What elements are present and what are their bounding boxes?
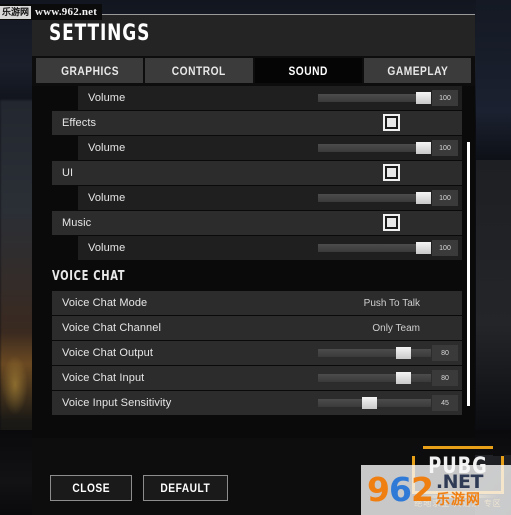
watermark-962-cn: 乐游网 <box>435 491 481 507</box>
settings-row-voice-chat-input[interactable]: Voice Chat Input 80 <box>32 366 475 390</box>
tab-label: GAMEPLAY <box>386 63 448 78</box>
slider-track <box>318 374 431 382</box>
watermark-962-number: 962 <box>367 470 434 509</box>
watermark-962-text-column: .NET 乐游网 <box>435 471 484 507</box>
section-header-text: VOICE CHAT <box>52 268 126 284</box>
row-label: Voice Chat Input <box>62 372 145 384</box>
row-background <box>52 161 462 185</box>
slider-track <box>318 94 431 102</box>
slider-voice-input-sensitivity[interactable] <box>318 397 431 409</box>
row-label: Volume <box>88 192 126 204</box>
checkbox-ui[interactable] <box>383 164 400 181</box>
button-label: CLOSE <box>72 480 110 495</box>
slider-volume[interactable] <box>318 192 431 204</box>
row-label: Voice Chat Output <box>62 347 153 359</box>
settings-row-ui[interactable]: UI <box>32 161 475 185</box>
tab-label: CONTROL <box>171 63 226 78</box>
settings-rows: Volume 100 Effects Volume 100 UI Volume 100 Musi… <box>32 86 475 415</box>
checkmark-icon <box>387 118 396 127</box>
option-value-voice-chat-mode[interactable]: Push To Talk <box>364 291 420 315</box>
tab-sound[interactable]: SOUND <box>254 58 362 83</box>
row-label: Effects <box>62 117 97 129</box>
slider-voice-chat-output[interactable] <box>318 347 431 359</box>
tab-control[interactable]: CONTROL <box>145 58 253 83</box>
option-value-voice-chat-channel[interactable]: Only Team <box>372 316 420 340</box>
slider-voice-chat-input[interactable] <box>318 372 431 384</box>
row-label: Voice Chat Channel <box>62 322 162 334</box>
slider-value: 45 <box>432 395 458 411</box>
slider-track <box>318 144 431 152</box>
checkmark-icon <box>387 218 396 227</box>
row-label: UI <box>62 167 74 179</box>
slider-handle[interactable] <box>396 372 412 384</box>
settings-row-voice-input-sensitivity[interactable]: Voice Input Sensitivity 45 <box>32 391 475 415</box>
page-title: SETTINGS <box>32 15 475 56</box>
settings-row-voice-chat-mode[interactable]: Voice Chat Mode Push To Talk <box>32 291 475 315</box>
background-right-scene-bottom <box>476 160 511 435</box>
slider-volume[interactable] <box>318 92 431 104</box>
background-left-glow <box>2 355 28 415</box>
slider-volume[interactable] <box>318 142 431 154</box>
default-button[interactable]: DEFAULT <box>143 474 228 501</box>
row-background <box>52 211 462 235</box>
watermark-962-net: .NET <box>435 471 484 493</box>
settings-row-volume[interactable]: Volume 100 <box>32 136 475 160</box>
row-background <box>52 111 462 135</box>
tab-label: GRAPHICS <box>60 63 119 78</box>
slider-handle[interactable] <box>416 192 431 204</box>
watermark-url: www.962.net <box>35 6 98 18</box>
settings-row-music[interactable]: Music <box>32 211 475 235</box>
slider-handle[interactable] <box>396 347 412 359</box>
settings-row-voice-chat-channel[interactable]: Voice Chat Channel Only Team <box>32 316 475 340</box>
watermark-cn-label: 乐游网 <box>0 5 32 19</box>
watermark-top-left: 乐游网 www.962.net <box>0 4 103 20</box>
slider-handle[interactable] <box>416 142 431 154</box>
row-label: Volume <box>88 142 126 154</box>
close-button[interactable]: CLOSE <box>50 474 132 501</box>
checkmark-icon <box>387 168 396 177</box>
slider-value: 100 <box>432 240 458 256</box>
slider-volume[interactable] <box>318 242 431 254</box>
slider-value: 100 <box>432 140 458 156</box>
settings-scroll-area[interactable]: Volume 100 Effects Volume 100 UI Volume 100 Musi… <box>32 86 475 438</box>
slider-value: 80 <box>432 370 458 386</box>
settings-tab-bar: GRAPHICS CONTROL SOUND GAMEPLAY <box>32 58 475 83</box>
section-header-voice-chat: VOICE CHAT <box>32 261 475 291</box>
row-label: Voice Input Sensitivity <box>62 397 172 409</box>
checkbox-music[interactable] <box>383 214 400 231</box>
slider-track <box>318 194 431 202</box>
section-header-label: VOICE CHAT <box>52 269 138 284</box>
row-label: Volume <box>88 242 126 254</box>
row-label: Voice Chat Mode <box>62 297 148 309</box>
scrollbar-thumb[interactable] <box>467 142 470 406</box>
settings-row-volume[interactable]: Volume 100 <box>32 236 475 260</box>
row-label: Volume <box>88 92 126 104</box>
slider-track <box>318 244 431 252</box>
settings-row-voice-chat-output[interactable]: Voice Chat Output 80 <box>32 341 475 365</box>
slider-track <box>318 349 431 357</box>
settings-row-effects[interactable]: Effects <box>32 111 475 135</box>
slider-handle[interactable] <box>416 92 431 104</box>
tab-graphics[interactable]: GRAPHICS <box>36 58 144 83</box>
tab-label: SOUND <box>288 63 328 78</box>
watermark-962: 962 .NET 乐游网 <box>361 465 511 515</box>
row-label: Music <box>62 217 92 229</box>
page-title-text: SETTINGS <box>49 21 151 46</box>
settings-row-volume[interactable]: Volume 100 <box>32 186 475 210</box>
slider-handle[interactable] <box>362 397 378 409</box>
checkbox-effects[interactable] <box>383 114 400 131</box>
button-label: DEFAULT <box>160 480 211 495</box>
slider-value: 80 <box>432 345 458 361</box>
background-right-scene-top <box>476 0 511 160</box>
slider-handle[interactable] <box>416 242 431 254</box>
settings-row-volume[interactable]: Volume 100 <box>32 86 475 110</box>
slider-value: 100 <box>432 90 458 106</box>
tab-gameplay[interactable]: GAMEPLAY <box>363 58 471 83</box>
slider-value: 100 <box>432 190 458 206</box>
